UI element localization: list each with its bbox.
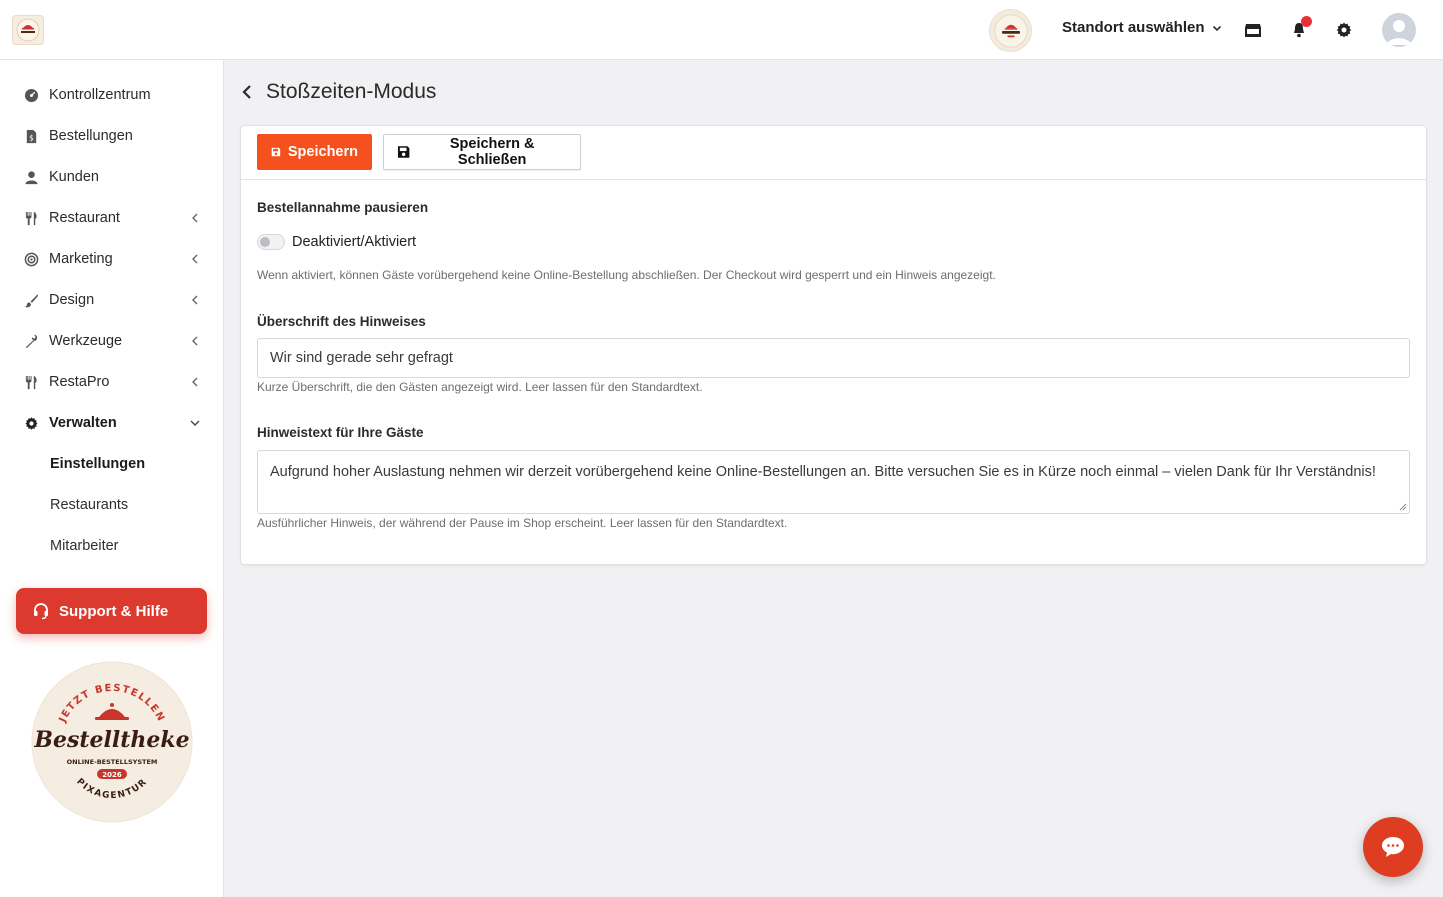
- notice-label: Hinweistext für Ihre Gäste: [257, 425, 424, 440]
- chat-bubble-icon: [1382, 837, 1404, 857]
- sidebar-item-werkzeuge[interactable]: Werkzeuge: [0, 321, 224, 361]
- utensils-icon: [22, 373, 40, 391]
- headline-value: Wir sind gerade sehr gefragt: [270, 350, 453, 366]
- location-selector[interactable]: Standort auswählen: [1062, 19, 1223, 36]
- chevron-left-icon: [192, 213, 198, 223]
- support-button[interactable]: Support & Hilfe: [16, 588, 207, 634]
- badge-year: 2026: [102, 771, 122, 779]
- svg-text:$: $: [29, 133, 34, 142]
- receipt-icon: $: [22, 127, 40, 145]
- save-button[interactable]: Speichern: [257, 134, 372, 170]
- pause-toggle[interactable]: [257, 234, 285, 250]
- notice-value: Aufgrund hoher Auslastung nehmen wir der…: [270, 464, 1376, 480]
- sidebar-item-label: Kunden: [49, 169, 99, 185]
- brand-badge-icon[interactable]: [989, 9, 1032, 52]
- chevron-left-icon: [192, 377, 198, 387]
- page-title: Stoßzeiten-Modus: [266, 80, 437, 103]
- bell-icon[interactable]: [1289, 16, 1312, 40]
- floppy-disk-icon: [271, 147, 281, 157]
- wrench-icon: [22, 332, 40, 350]
- notification-dot: [1301, 16, 1312, 27]
- sidebar-item-label: Verwalten: [49, 415, 117, 431]
- brush-icon: [22, 291, 40, 309]
- store-icon[interactable]: [1243, 20, 1263, 40]
- location-label: Standort auswählen: [1062, 19, 1205, 36]
- user-icon: [22, 168, 40, 186]
- chevron-left-icon: [192, 336, 198, 346]
- sidebar-item-label: Design: [49, 292, 95, 308]
- badge-sub: ONLINE-BESTELLSYSTEM: [67, 758, 158, 766]
- sidebar-item-restaurant[interactable]: Restaurant: [0, 198, 224, 238]
- headline-help-text: Kurze Überschrift, die den Gästen angeze…: [257, 380, 703, 394]
- user-icon: [1387, 20, 1411, 45]
- sidebar-item-label: Restaurant: [49, 210, 120, 226]
- resize-handle-icon[interactable]: [1399, 503, 1407, 511]
- save-close-button[interactable]: Speichern & Schließen: [383, 134, 581, 170]
- utensils-icon: [22, 209, 40, 227]
- user-avatar[interactable]: [1382, 13, 1416, 47]
- gear-icon[interactable]: [1334, 20, 1354, 40]
- headset-icon: [34, 603, 48, 620]
- chevron-down-icon: [190, 420, 200, 426]
- sidebar-item-label: Bestellungen: [49, 128, 133, 144]
- sidebar-subitem-mitarbeiter[interactable]: Mitarbeiter: [50, 531, 119, 561]
- headline-label: Überschrift des Hinweises: [257, 314, 426, 329]
- save-label: Speichern: [287, 144, 358, 160]
- badge-name: Bestelltheke: [33, 727, 189, 753]
- toggle-label: Deaktiviert/Aktiviert: [292, 234, 417, 250]
- bestelltheke-badge: JETZT BESTELLEN Bestelltheke ONLINE-BEST…: [31, 661, 193, 823]
- sidebar-subitem-restaurants[interactable]: Restaurants: [50, 490, 128, 520]
- dashboard-icon: [22, 86, 40, 104]
- chat-button[interactable]: [1363, 817, 1423, 877]
- bestelltheke-logo[interactable]: [12, 15, 44, 45]
- support-label: Support & Hilfe: [59, 602, 169, 620]
- toggle-knob: [260, 237, 270, 247]
- sidebar-item-label: Marketing: [49, 251, 113, 267]
- back-button[interactable]: [240, 82, 254, 102]
- chevron-left-icon: [192, 254, 198, 264]
- chevron-left-icon: [192, 295, 198, 305]
- sidebar-item-restapro[interactable]: RestaPro: [0, 362, 224, 402]
- card-toolbar: Speichern Speichern & Schließen: [241, 126, 1426, 180]
- sidebar-subitem-einstellungen[interactable]: Einstellungen: [50, 449, 145, 479]
- sidebar-item-marketing[interactable]: Marketing: [0, 239, 224, 279]
- floppy-disk-icon: [397, 146, 410, 158]
- top-bar: Standort auswählen: [0, 0, 1443, 60]
- sidebar-item-label: Werkzeuge: [49, 333, 123, 349]
- sidebar-item-kontrollzentrum[interactable]: Kontrollzentrum: [0, 75, 224, 115]
- chevron-down-icon: [1212, 25, 1221, 31]
- gear-icon: [22, 414, 40, 432]
- page-header: Stoßzeiten-Modus: [240, 80, 436, 104]
- sidebar-item-bestellungen[interactable]: $ Bestellungen: [0, 116, 224, 156]
- sidebar-item-design[interactable]: Design: [0, 280, 224, 320]
- logo-icon: [16, 18, 40, 42]
- notice-textarea[interactable]: Aufgrund hoher Auslastung nehmen wir der…: [257, 450, 1410, 514]
- sidebar-item-kunden[interactable]: Kunden: [0, 157, 224, 197]
- headline-input[interactable]: Wir sind gerade sehr gefragt: [257, 338, 1410, 378]
- sidebar-item-verwalten[interactable]: Verwalten: [0, 403, 224, 443]
- settings-card: Speichern Speichern & Schließen Bestella…: [240, 125, 1427, 565]
- save-close-label: Speichern & Schließen: [449, 136, 535, 168]
- chevron-left-icon: [242, 85, 251, 99]
- sidebar: Kontrollzentrum $ Bestellungen Kunden Re…: [0, 60, 224, 897]
- target-icon: [22, 250, 40, 268]
- sidebar-item-label: RestaPro: [49, 374, 110, 390]
- sidebar-item-label: Kontrollzentrum: [49, 87, 151, 103]
- pause-help-text: Wenn aktiviert, können Gäste vorübergehe…: [257, 268, 996, 282]
- pause-label: Bestellannahme pausieren: [257, 200, 429, 215]
- notice-help-text: Ausführlicher Hinweis, der während der P…: [257, 516, 788, 530]
